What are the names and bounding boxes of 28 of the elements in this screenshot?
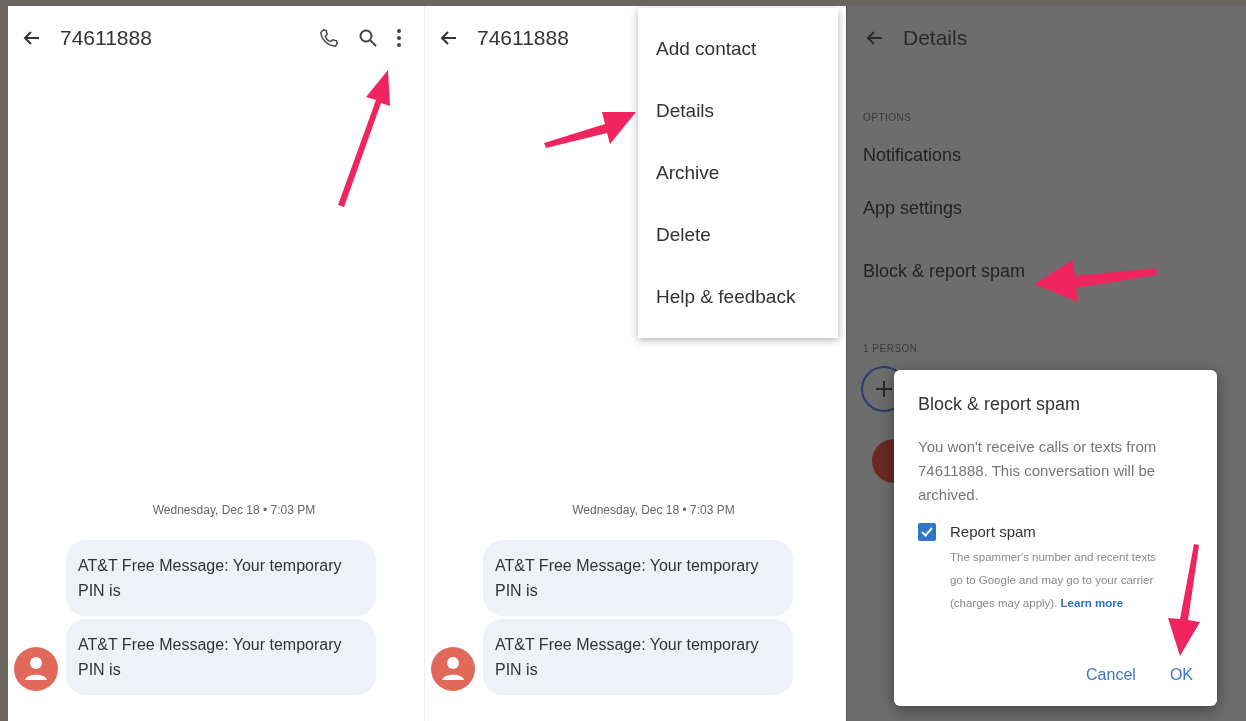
message-timestamp: Wednesday, Dec 18 • 7:03 PM [152,503,316,517]
options-item[interactable]: Notifications [863,133,962,177]
menu-item[interactable]: Details [638,80,838,142]
message-bubble: AT&T Free Message: Your temporary PIN is [66,540,376,616]
message-timestamp: Wednesday, Dec 18 • 7:03 PM [572,503,735,517]
search-icon[interactable] [358,28,378,48]
more-options-icon[interactable] [396,28,402,48]
checkbox-label: Report spam [950,523,1037,540]
dialog-button[interactable]: OK [1167,660,1195,690]
options-item[interactable]: Block & report spam [863,240,1026,303]
dialog-button[interactable]: Cancel [1084,660,1138,690]
menu-item[interactable]: Archive [638,142,838,204]
message-bubble: AT&T Free Message: Your temporary PIN is [66,619,376,695]
menu-item[interactable]: Delete [638,204,838,266]
menu-item[interactable]: Help & feedback [638,266,838,328]
options-item[interactable]: App settings [863,177,963,240]
checkbox-description: The spammer's number and recent texts go to Google and may go to your carrier (charges may apply). Learn more [950,550,1158,611]
message-bubble: AT&T Free Message: Your temporary PIN is [483,619,793,695]
checkbox[interactable] [918,523,936,541]
conversation-title: 74611888 [477,26,569,50]
screen-title: Details [903,26,968,50]
learn-more-link[interactable]: Learn more [1060,597,1124,609]
dialog-message: You won't receive calls or texts from 74611888. This conversation will be archived. [918,437,1158,505]
menu-item[interactable]: Add contact [638,18,838,80]
conversation-title: 74611888 [60,26,152,50]
phone-icon[interactable] [318,27,340,49]
dialog-title: Block & report spam [918,394,1082,415]
message-bubble: AT&T Free Message: Your temporary PIN is [483,540,793,616]
